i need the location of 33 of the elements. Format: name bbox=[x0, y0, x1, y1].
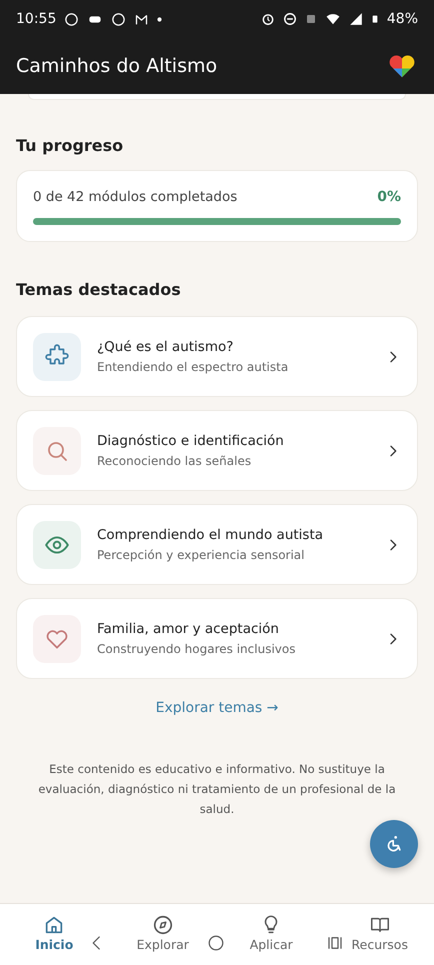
clock-text: 10:55 bbox=[16, 10, 56, 28]
progress-percent: 0% bbox=[377, 188, 401, 207]
topic-title: ¿Qué es el autismo? bbox=[97, 338, 234, 358]
compass-icon bbox=[152, 914, 174, 936]
nav-tab[interactable]: Aplicar bbox=[217, 904, 326, 965]
disclaimer-text: Este contenido es educativo e informativo. No sustituye la evaluación, diagnóstico ni tratamiento de un profesional de la salud. bbox=[37, 761, 397, 818]
nav-tab[interactable]: Inicio bbox=[0, 904, 108, 965]
wifi-icon bbox=[324, 12, 341, 26]
home-circle-icon bbox=[207, 934, 225, 952]
nav-tab[interactable]: Recursos bbox=[326, 904, 434, 965]
topic-card[interactable]: Familia, amor y aceptación Construyendo hogares inclusivos bbox=[16, 598, 418, 679]
topic-subtitle: Construyendo hogares inclusivos bbox=[97, 640, 296, 658]
dot-icon bbox=[157, 16, 162, 22]
topic-subtitle: Percepción y experiencia sensorial bbox=[97, 546, 306, 564]
topic-title: Diagnóstico e identificación bbox=[97, 432, 285, 452]
topic-subtitle: Reconociendo las señales bbox=[97, 452, 252, 470]
explore-link[interactable]: Explorar temas → bbox=[156, 700, 278, 716]
topic-card[interactable]: Diagnóstico e identificación Reconociendo las señales bbox=[16, 410, 418, 491]
topic-card[interactable]: Comprendiendo el mundo autista Percepción y experiencia sensorial bbox=[16, 504, 418, 585]
topic-title: Familia, amor y aceptación bbox=[97, 620, 280, 640]
section-heading: Tu progreso bbox=[16, 135, 124, 157]
battery-text: 48% bbox=[386, 10, 418, 28]
topic-card[interactable]: ¿Qué es el autismo? Entendiendo el espectro autista bbox=[16, 316, 418, 397]
topic-subtitle: Entendiendo el espectro autista bbox=[97, 358, 290, 376]
topic-title: Comprendiendo el mundo autista bbox=[97, 526, 324, 546]
nav-tab[interactable]: Explorar bbox=[108, 904, 217, 965]
minus-circle-icon bbox=[282, 12, 297, 26]
signal-icon bbox=[348, 12, 363, 26]
section-heading: Temas destacados bbox=[16, 279, 182, 301]
app-title: Caminhos do Altismo bbox=[16, 54, 218, 79]
accessibility-button[interactable] bbox=[370, 820, 418, 868]
alarm-icon bbox=[260, 12, 275, 26]
progress-summary: 0 de 42 módulos completados bbox=[33, 188, 238, 208]
